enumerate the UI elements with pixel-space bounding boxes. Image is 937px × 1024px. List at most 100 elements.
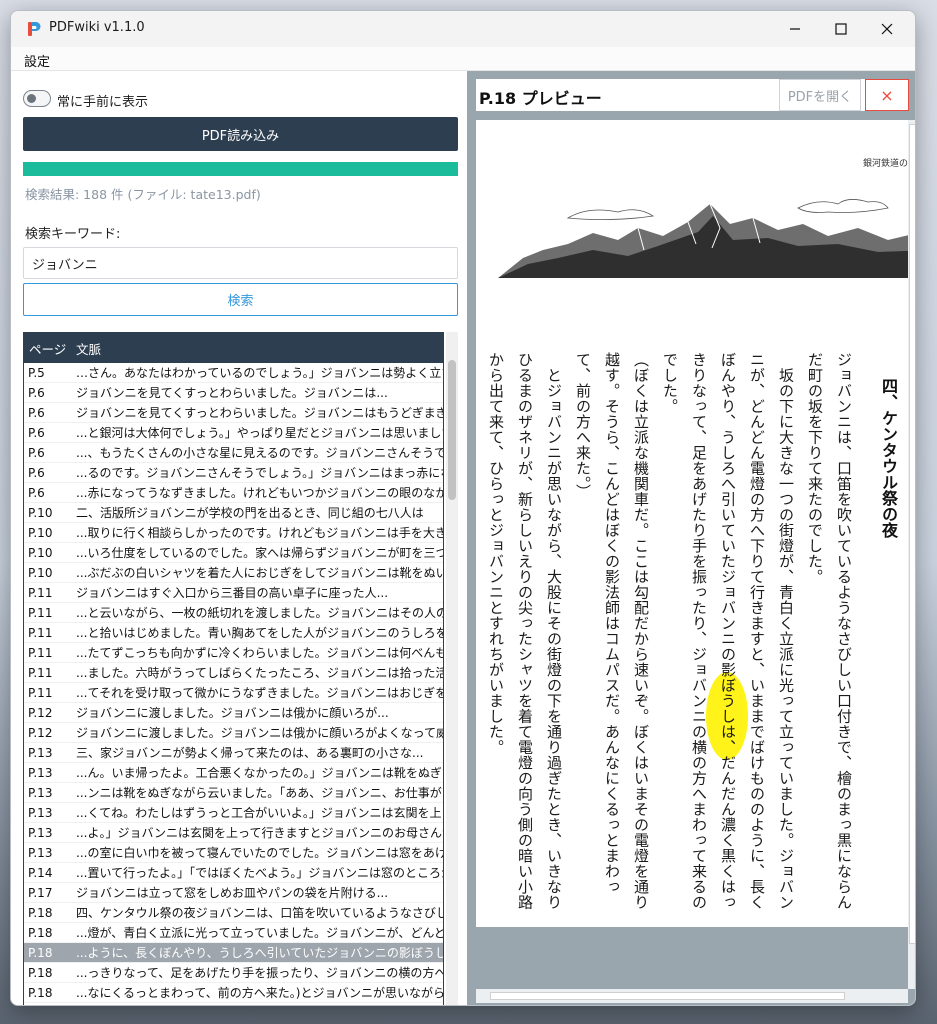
row-context: …さん。あなたはわかっているのでしょう。」ジョバンニは勢よく立ちあ (76, 366, 443, 380)
table-row[interactable]: P.6 ...、もうたくさんの小さな星に見えるのです。ジョバンニさんそうでしょ (24, 443, 443, 463)
row-page: P.11 (28, 685, 53, 700)
row-page: P.18 (28, 905, 53, 920)
table-row[interactable]: P.11 ...と云いながら、一枚の紙切れを渡しました。ジョバンニはその人の (24, 603, 443, 623)
row-page: P.6 (28, 445, 45, 460)
table-row[interactable]: P.10 ...いろ仕度をしているのでした。家へは帰らずジョバンニが町を三つ (24, 543, 443, 563)
page-body-text: ジョバンニは、口笛を吹いているようなさびしい口付きで、檜のまっ黒にならんだ町の坂… (487, 352, 853, 910)
row-context: ...赤になってうなずきました。けれどもいつかジョバンニの眼のなかに (76, 486, 443, 500)
table-row[interactable]: P.13 ...ンニは靴をぬぎながら云いました。「ああ、ジョバンニ、お仕事がひ (24, 783, 443, 803)
preview-horizontal-scrollbar[interactable] (476, 989, 908, 1003)
column-header-page[interactable]: ページ (24, 339, 76, 358)
menu-settings[interactable]: 設定 (24, 51, 50, 70)
menu-bar: 設定 (11, 47, 915, 71)
open-pdf-button[interactable]: PDFを開く (779, 79, 861, 111)
row-context: ...燈が、青白く立派に光って立っていました。ジョバンニが、どんどん (76, 926, 443, 940)
row-page: P.11 (28, 665, 53, 680)
row-context: ...、もうたくさんの小さな星に見えるのです。ジョバンニさんそうでしょ (76, 446, 443, 460)
row-page: P.6 (28, 485, 45, 500)
table-row[interactable]: P.13 ...よ。」ジョバンニは玄関を上って行きますとジョバンニのお母さんが (24, 823, 443, 843)
row-page: P.13 (28, 825, 53, 840)
table-row[interactable]: P.11 ...たてずこっちも向かずに冷くわらいました。ジョバンニは何べんも眼 (24, 643, 443, 663)
row-context: ...ンニは靴をぬぎながら云いました。「ああ、ジョバンニ、お仕事がひ (76, 786, 443, 800)
row-context: 二、活版所ジョバンニが学校の門を出るとき、同じ組の七八人は (76, 506, 424, 520)
row-context: 三、家ジョバンニが勢よく帰って来たのは、ある裏町の小さな... (76, 746, 424, 760)
always-on-top-toggle[interactable] (23, 90, 51, 107)
table-row[interactable]: P.18 ...燈が、青白く立派に光って立っていました。ジョバンニが、どんどん (24, 923, 443, 943)
row-context: ...なにくるっとまわって、前の方へ来た。)とジョバンニが思いながら、 (76, 986, 443, 1000)
table-row[interactable]: P.5 …さん。あなたはわかっているのでしょう。」ジョバンニは勢よく立ちあ (24, 363, 443, 383)
table-row[interactable]: P.18 ...なにくるっとまわって、前の方へ来た。)とジョバンニが思いながら、 (24, 983, 443, 1003)
app-logo-icon (28, 22, 41, 36)
row-context: ...いろ仕度をしているのでした。家へは帰らずジョバンニが町を三つ (76, 546, 443, 560)
table-row[interactable]: P.6 ...赤になってうなずきました。けれどもいつかジョバンニの眼のなかに (24, 483, 443, 503)
search-button[interactable]: 検索 (23, 283, 458, 316)
table-row[interactable]: P.13 ...の室に白い巾を被って寝んでいたのでした。ジョバンニは窓をあけ (24, 843, 443, 863)
results-scrollbar-thumb[interactable] (448, 360, 456, 500)
table-row[interactable]: P.18 ...っきりなって、足をあげたり手を振ったり、ジョバンニの横の方へまわ (24, 963, 443, 983)
table-row[interactable]: P.6 ...と銀河は大体何でしょう。」やっぱり星だとジョバンニは思いました (24, 423, 443, 443)
table-row[interactable]: P.13 三、家ジョバンニが勢よく帰って来たのは、ある裏町の小さな... (24, 743, 443, 763)
preview-vertical-thumb[interactable] (909, 124, 915, 944)
close-preview-button[interactable]: × (865, 79, 909, 111)
table-row[interactable]: P.14 ...置いて行ったよ。」「ではぼくたべよう。」ジョバンニは窓のところから (24, 863, 443, 883)
row-page: P.12 (28, 725, 53, 740)
preview-vertical-scrollbar[interactable] (908, 120, 915, 989)
table-row[interactable]: P.12 ジョバンニに渡しました。ジョバンニは俄かに顔いろがよくなって威勢 (24, 723, 443, 743)
row-context: ...っきりなって、足をあげたり手を振ったり、ジョバンニの横の方へまわ (76, 966, 443, 980)
app-window: PDFwiki v1.1.0 設定 常に手前に表示 PDF読み込み 検索結果: … (10, 10, 916, 1006)
row-context: ジョバンニを見てくすっとわらいました。ジョバンニは... (76, 386, 388, 400)
table-row[interactable]: P.13 ...ん。いま帰ったよ。工合悪くなかったの。」ジョバンニは靴をぬぎな (24, 763, 443, 783)
preview-panel: P.18 プレビュー PDFを開く × 銀河鉄道の 四、ケンタウル祭の夜 ジョバ… (467, 71, 915, 1005)
row-context: ジョバンニを見てくすっとわらいました。ジョバンニはもうどぎまぎしてま (76, 406, 443, 420)
table-body: P.5 …さん。あなたはわかっているのでしょう。」ジョバンニは勢よく立ちあ P.6 ジ… (24, 363, 443, 1003)
preview-horizontal-thumb[interactable] (490, 992, 845, 1000)
row-page: P.6 (28, 405, 45, 420)
table-row[interactable]: P.11 ...ました。六時がうってしばらくたったころ、ジョバンニは拾った活字を (24, 663, 443, 683)
row-page: P.11 (28, 605, 53, 620)
preview-header: P.18 プレビュー PDFを開く × (476, 79, 909, 111)
title-bar[interactable]: PDFwiki v1.1.0 (11, 11, 915, 47)
table-row[interactable]: P.13 ...くてね。わたしはずうっと工合がいいよ。」ジョバンニは玄関を上って (24, 803, 443, 823)
row-page: P.6 (28, 385, 45, 400)
row-page: P.6 (28, 465, 45, 480)
results-table: ページ 文脈 P.5 …さん。あなたはわかっているのでしょう。」ジョバンニは勢よく… (23, 332, 444, 1005)
progress-fill (23, 162, 458, 176)
row-page: P.14 (28, 865, 53, 880)
row-page: P.13 (28, 785, 53, 800)
table-row[interactable]: P.18 四、ケンタウル祭の夜ジョバンニは、口笛を吹いているようなさびしい (24, 903, 443, 923)
load-pdf-button[interactable]: PDF読み込み (23, 117, 458, 151)
table-row[interactable]: P.12 ジョバンニに渡しました。ジョバンニは俄かに顔いろが... (24, 703, 443, 723)
minimize-button[interactable] (772, 11, 818, 47)
maximize-button[interactable] (818, 11, 864, 47)
table-row[interactable]: P.18 ...ように、長くぼんやり、うしろへ引いていたジョバンニの影ぼうしは、 (24, 943, 443, 963)
row-context: ...と云いながら、一枚の紙切れを渡しました。ジョバンニはその人の (76, 606, 443, 620)
table-row[interactable]: P.6 ジョバンニを見てくすっとわらいました。ジョバンニは... (24, 383, 443, 403)
table-row[interactable]: P.6 ...るのです。ジョバンニさんそうでしょう。」ジョバンニはまっ赤になって (24, 463, 443, 483)
row-context: 四、ケンタウル祭の夜ジョバンニは、口笛を吹いているようなさびしい (76, 906, 443, 920)
preview-title: P.18 プレビュー (479, 89, 602, 108)
row-context: ...ん。いま帰ったよ。工合悪くなかったの。」ジョバンニは靴をぬぎな (76, 766, 443, 780)
running-head: 銀河鉄道の (862, 159, 908, 169)
table-row[interactable]: P.10 ...ぶだぶの白いシャツを着た人におじぎをしてジョバンニは靴をぬいで (24, 563, 443, 583)
mountain-illustration (498, 199, 908, 278)
table-row[interactable]: P.17 ジョバンニは立って窓をしめお皿やパンの袋を片附ける... (24, 883, 443, 903)
column-header-context[interactable]: 文脈 (76, 339, 101, 358)
table-row[interactable]: P.11 ...と拾いはじめました。青い胸あてをした人がジョバンニのうしろを通 (24, 623, 443, 643)
results-scrollbar[interactable] (446, 332, 458, 1005)
row-context: ...ように、長くぼんやり、うしろへ引いていたジョバンニの影ぼうしは、 (76, 946, 443, 960)
row-context: ...てそれを受け取って微かにうなずきました。ジョバンニはおじぎをすると (76, 686, 443, 700)
minimize-icon (790, 28, 800, 30)
row-context: ...の室に白い巾を被って寝んでいたのでした。ジョバンニは窓をあけ (76, 846, 443, 860)
pdf-page-preview[interactable]: 銀河鉄道の 四、ケンタウル祭の夜 ジョバンニは、口笛を吹いているようなさびしい口… (476, 120, 908, 927)
row-context: ...よ。」ジョバンニは玄関を上って行きますとジョバンニのお母さんが (76, 826, 443, 840)
row-context: ...置いて行ったよ。」「ではぼくたべよう。」ジョバンニは窓のところから (76, 866, 443, 880)
table-row[interactable]: P.10 二、活版所ジョバンニが学校の門を出るとき、同じ組の七八人は (24, 503, 443, 523)
row-page: P.13 (28, 745, 53, 760)
table-row[interactable]: P.11 ジョバンニはすぐ入口から三番目の高い卓子に座った人... (24, 583, 443, 603)
table-row[interactable]: P.6 ジョバンニを見てくすっとわらいました。ジョバンニはもうどぎまぎしてま (24, 403, 443, 423)
window-close-button[interactable] (864, 11, 910, 47)
table-row[interactable]: P.10 ...取りに行く相談らしかったのです。けれどもジョバンニは手を大きく (24, 523, 443, 543)
table-header: ページ 文脈 (24, 333, 443, 363)
table-row[interactable]: P.11 ...てそれを受け取って微かにうなずきました。ジョバンニはおじぎをすると (24, 683, 443, 703)
keyword-input[interactable] (23, 247, 458, 279)
